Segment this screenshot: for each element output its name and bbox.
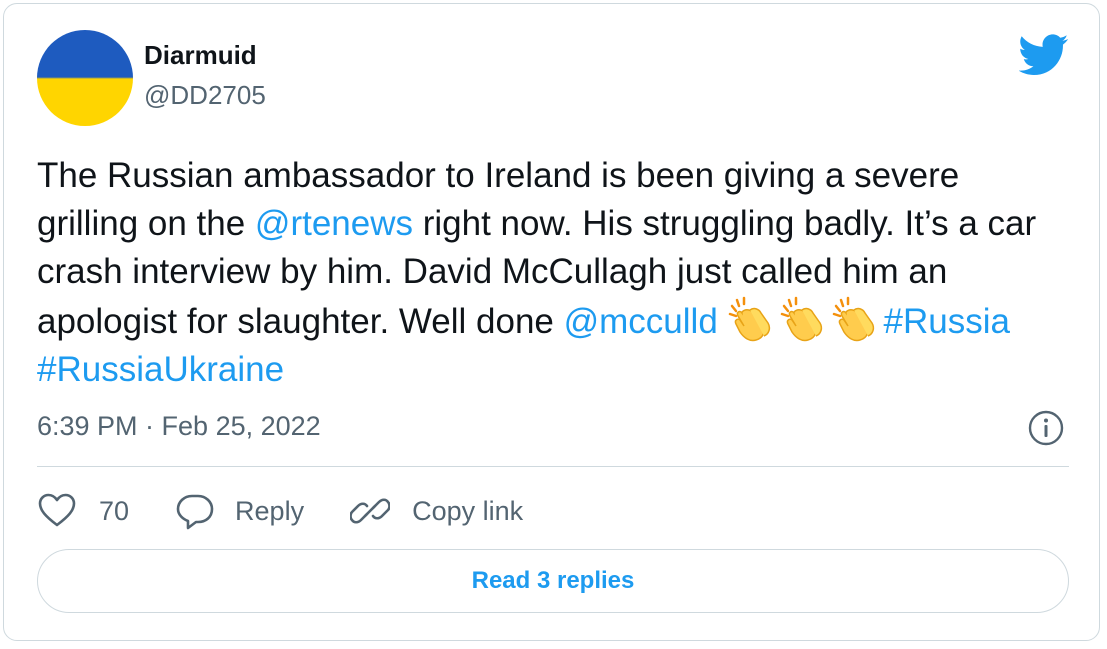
link-icon [350,498,391,524]
divider [37,466,1069,467]
hashtag-link[interactable]: #RussiaUkraine [37,350,284,389]
clapping-hands-icon [832,296,874,342]
author-name[interactable]: Diarmuid [144,40,257,71]
mention-link[interactable]: @mcculld [564,302,718,341]
clapping-hands-icon [728,296,770,342]
clapping-hands-icon [780,296,822,342]
avatar[interactable] [37,30,133,126]
read-replies-button[interactable]: Read 3 replies [37,549,1069,613]
info-icon[interactable] [1028,410,1064,446]
twitter-bird-icon[interactable] [1019,34,1069,76]
like-button[interactable]: 70 [37,491,129,531]
mention-link[interactable]: @rtenews [255,204,413,243]
hashtag-link[interactable]: #Russia [884,302,1010,341]
heart-icon [38,493,76,527]
author-handle[interactable]: @DD2705 [144,80,266,111]
copy-link-label: Copy link [412,495,524,526]
reply-bubble-icon [176,494,214,530]
reply-label: Reply [235,495,305,526]
like-count: 70 [99,495,130,526]
tweet-card: Diarmuid @DD2705 The Russian ambassador … [3,3,1100,641]
reply-button[interactable]: Reply [175,491,304,531]
copy-link-button[interactable]: Copy link [350,491,523,531]
action-bar: 70 Reply Copy link [37,488,569,534]
tweet-text: The Russian ambassador to Ireland is bee… [37,152,1067,394]
tweet-timestamp[interactable]: 6:39 PM · Feb 25, 2022 [37,411,321,442]
